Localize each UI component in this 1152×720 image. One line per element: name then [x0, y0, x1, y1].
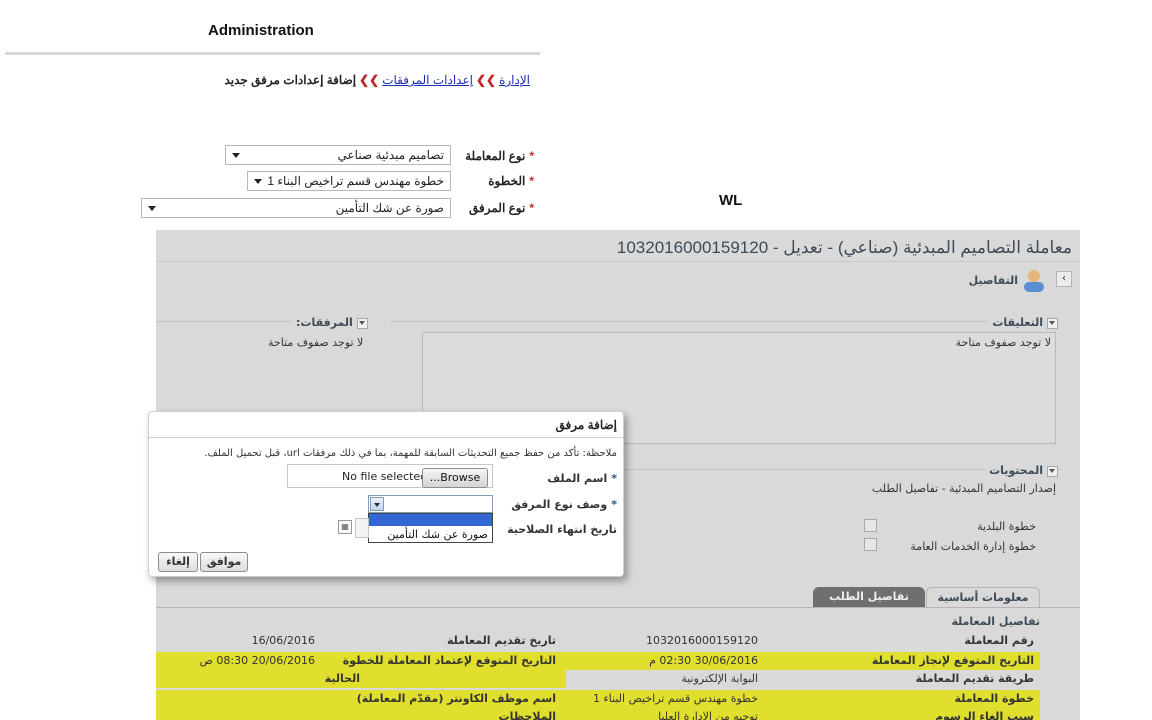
add-attachment-dialog: إضافة مرفق ملاحظة: تأكد من حفظ جميع التح… [148, 411, 624, 577]
table-row: خطوة المعاملة خطوة مهندس قسم تراخيص البن… [156, 690, 1040, 708]
wl-caption: WL [719, 192, 743, 209]
attachment-type-select[interactable]: صورة عن شك التأمين [141, 198, 451, 218]
breadcrumb-separator-icon: ❯❯ [359, 73, 380, 87]
general-services-step-checkbox[interactable] [864, 538, 877, 551]
municipality-step-checkbox[interactable] [864, 519, 877, 532]
transaction-details-title: تفاصيل المعاملة [951, 615, 1040, 628]
chevron-down-icon[interactable] [370, 497, 384, 511]
chevron-down-icon [356, 317, 368, 329]
tab-basic-info[interactable]: معلومات أساسية [926, 587, 1040, 608]
ok-button[interactable]: موافق [200, 552, 248, 572]
chevron-down-icon [148, 206, 156, 211]
dialog-title-divider [149, 437, 623, 438]
breadcrumb-admin-link[interactable]: الإدارة [499, 73, 530, 87]
attachment-type-dropdown[interactable] [368, 495, 493, 513]
municipality-step-label: خطوة البلدية [977, 520, 1036, 533]
contents-section-header[interactable]: المحتويات [985, 464, 1058, 477]
comments-empty-text: لا توجد صفوف متاحة [955, 336, 1051, 349]
table-row: رقم المعاملة 1032016000159120 تاريخ تقدي… [251, 634, 1034, 647]
expiry-date-label: تاريخ انتهاء الصلاحية [507, 523, 617, 536]
insurance-cheque-option[interactable]: صورة عن شك التأمين [387, 528, 488, 541]
transaction-type-label: *نوع المعاملة [465, 149, 534, 163]
attachments-empty-text: لا توجد صفوف متاحة [268, 336, 364, 349]
title-divider [156, 261, 1080, 262]
breadcrumb-current: إضافة إعدادات مرفق جديد [224, 73, 357, 87]
cancel-button[interactable]: إلغاء [158, 552, 198, 572]
details-label: التفاصيل [968, 274, 1018, 287]
general-services-step-label: خطوة إدارة الخدمات العامة [910, 540, 1036, 553]
breadcrumb-attachments-settings-link[interactable]: إعدادات المرفقات [382, 73, 473, 87]
administration-panel: الإدارة❯❯إعدادات المرفقات❯❯إضافة إعدادات… [5, 52, 540, 231]
breadcrumb-separator-icon: ❯❯ [475, 73, 497, 87]
dialog-note: ملاحظة: تأكد من حفظ جميع التحديثات الساب… [204, 448, 617, 459]
browse-button[interactable]: ...Browse [422, 468, 488, 488]
comments-section-header[interactable]: التعليقات [988, 316, 1058, 329]
row-highlight: الحالية [156, 670, 566, 688]
tab-request-details[interactable]: تفاصيل الطلب [813, 587, 925, 607]
chevron-down-icon [254, 179, 262, 184]
blank-option[interactable] [369, 514, 492, 526]
back-chevron-icon[interactable]: ‹ [1056, 271, 1072, 287]
attachment-type-options: صورة عن شك التأمين [368, 513, 493, 543]
step-select[interactable]: خطوة مهندس قسم تراخيص البناء 1 [247, 171, 451, 191]
chevron-down-icon [232, 153, 240, 158]
file-input[interactable]: No file selected. ...Browse [287, 464, 493, 488]
required-mark: * [529, 149, 534, 163]
contents-subtitle: إصدار التصاميم المبدئية - تفاصيل الطلب [871, 482, 1056, 495]
dialog-title: إضافة مرفق [555, 418, 617, 432]
transaction-type-select[interactable]: تصاميم مبدئية صناعي [225, 145, 451, 165]
chevron-down-icon [1047, 317, 1058, 329]
required-mark: * [529, 201, 534, 215]
page-title: معاملة التصاميم المبدئية (صناعي) - تعديل… [616, 238, 1072, 257]
attachment-type-description-label: *وصف نوع المرفق [511, 498, 617, 511]
table-row: التاريخ المتوقع لإنجاز المعاملة 30/06/20… [156, 652, 1040, 670]
breadcrumb: الإدارة❯❯إعدادات المرفقات❯❯إضافة إعدادات… [224, 73, 530, 87]
table-row: سبب إلغاء الرسوم توجيه من الإدارة العليا… [156, 708, 1040, 720]
user-avatar-icon [1022, 268, 1046, 292]
file-name-label: *اسم الملف [547, 472, 617, 485]
comments-header-line [390, 321, 1060, 322]
expiry-date-input[interactable] [355, 518, 369, 538]
step-label: *الخطوة [488, 174, 534, 188]
calendar-icon[interactable]: ▦ [338, 520, 352, 534]
administration-caption: Administration [208, 22, 314, 39]
tabs-divider [156, 607, 1080, 608]
attachments-section-header[interactable]: المرفقات: [292, 316, 368, 329]
attachment-type-label: *نوع المرفق [469, 201, 534, 215]
chevron-down-icon [1047, 465, 1058, 477]
no-file-selected-text: No file selected. [342, 470, 431, 483]
required-mark: * [529, 174, 534, 188]
